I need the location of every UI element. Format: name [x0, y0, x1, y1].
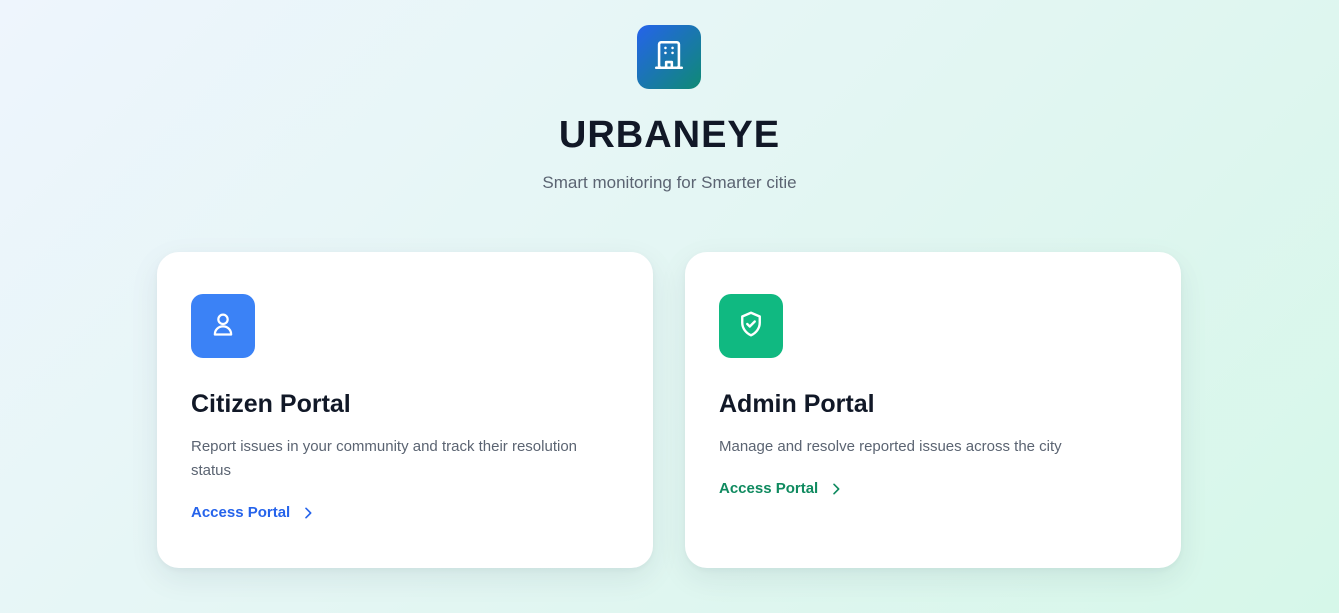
- citizen-access-portal-link[interactable]: Access Portal: [191, 504, 316, 521]
- user-icon: [209, 310, 237, 343]
- admin-portal-title: Admin Portal: [719, 390, 875, 418]
- admin-portal-icon-box: [719, 294, 783, 358]
- building-icon: [652, 38, 686, 77]
- app-logo: [637, 25, 701, 89]
- shield-check-icon: [736, 309, 766, 344]
- app-subtitle: Smart monitoring for Smarter citie: [542, 173, 797, 192]
- admin-portal-description: Manage and resolve reported issues acros…: [719, 438, 1062, 455]
- citizen-access-portal-label: Access Portal: [191, 504, 291, 521]
- admin-access-portal-label: Access Portal: [719, 480, 819, 497]
- admin-portal-card[interactable]: Admin Portal Manage and resolve reported…: [685, 252, 1181, 568]
- citizen-portal-card[interactable]: Citizen Portal Report issues in your com…: [157, 252, 653, 568]
- app-title: URBANEYE: [558, 114, 781, 156]
- citizen-portal-title: Citizen Portal: [191, 390, 351, 418]
- admin-access-portal-link[interactable]: Access Portal: [719, 480, 844, 497]
- chevron-right-icon: [300, 505, 316, 521]
- citizen-portal-icon-box: [191, 294, 255, 358]
- chevron-right-icon: [828, 481, 844, 497]
- citizen-portal-description: Report issues in your community and trac…: [191, 438, 578, 479]
